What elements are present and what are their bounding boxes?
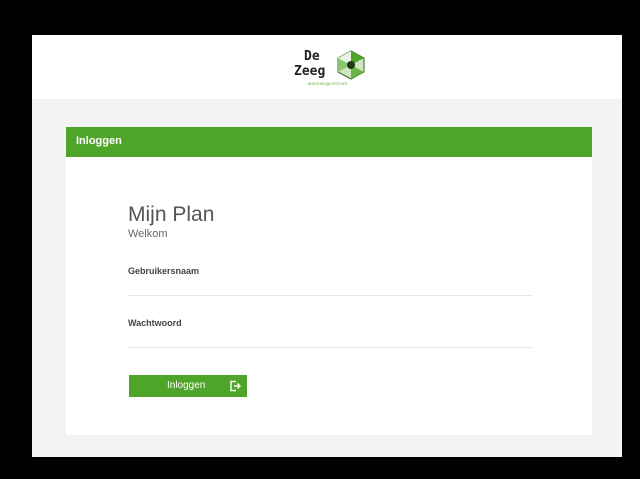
top-bar: De Zeeg woonzorgcentrum bbox=[32, 35, 622, 99]
panel-header: Inloggen bbox=[66, 127, 592, 157]
app-name: Mijn Plan bbox=[128, 203, 215, 226]
logo-subtitle: woonzorgcentrum bbox=[308, 81, 348, 86]
login-button[interactable]: Inloggen bbox=[129, 375, 247, 397]
sign-in-icon bbox=[230, 380, 241, 392]
password-label: Wachtwoord bbox=[128, 318, 182, 328]
login-button-label: Inloggen bbox=[167, 380, 206, 391]
logo-text-zeeg: Zeeg bbox=[294, 64, 326, 79]
login-panel: Inloggen Mijn Plan Welkom Gebruikersnaam… bbox=[66, 127, 592, 435]
logo-text-de: De bbox=[304, 49, 320, 64]
panel-title: Inloggen bbox=[76, 135, 122, 147]
password-input[interactable] bbox=[128, 329, 532, 348]
username-label: Gebruikersnaam bbox=[128, 266, 200, 276]
welcome-text: Welkom bbox=[128, 228, 168, 240]
logo: De Zeeg woonzorgcentrum bbox=[288, 48, 368, 92]
username-input[interactable] bbox=[128, 277, 532, 296]
browser-window: De Zeeg woonzorgcentrum Inloggen Mijn Pl… bbox=[32, 35, 622, 457]
logo-emblem-icon bbox=[337, 50, 365, 80]
